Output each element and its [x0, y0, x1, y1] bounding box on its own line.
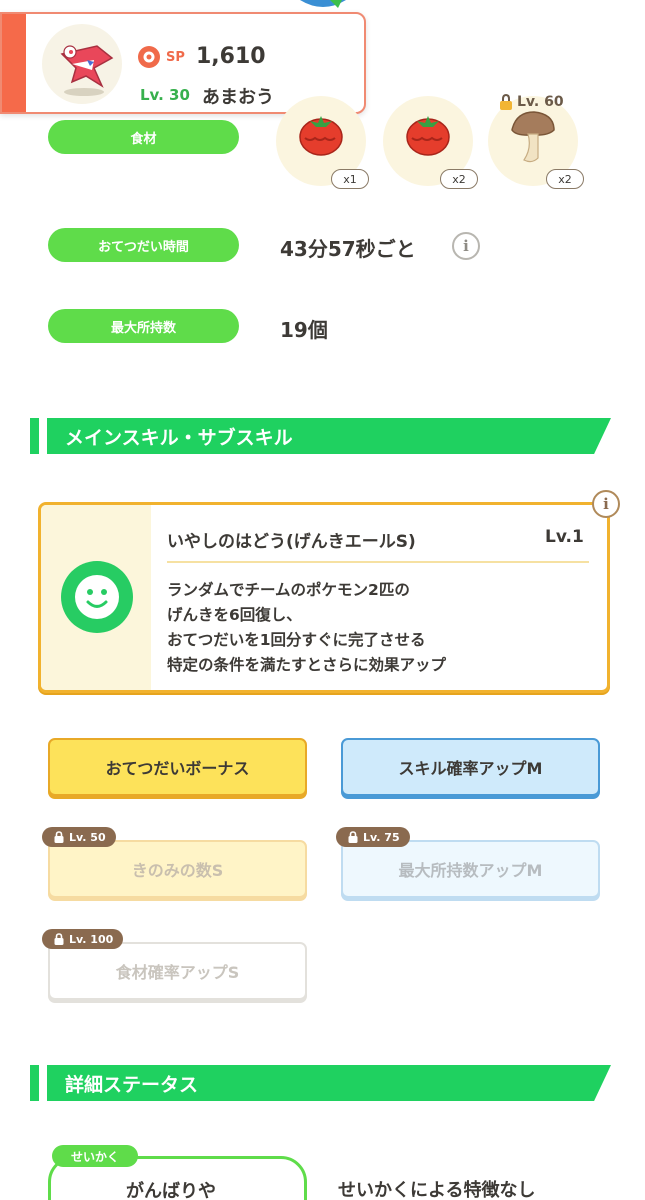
mushroom-icon: [511, 111, 555, 163]
help-time-label: おてつだい時間: [48, 228, 239, 262]
sub-skill-button-3[interactable]: きのみの数S: [48, 840, 307, 898]
nature-effect: せいかくによる特徴なし: [338, 1180, 536, 1200]
lock-icon: [500, 94, 512, 110]
section-banner-tab: [30, 418, 39, 454]
sub-skill-lock-level: Lv. 50: [69, 830, 106, 844]
energy-smile-icon: [61, 561, 133, 633]
sub-skill-lock-level: Lv. 100: [69, 932, 114, 946]
sub-skill-button-2[interactable]: スキル確率アップM: [341, 738, 600, 796]
skills-section-title: メインスキル・サブスキル: [47, 418, 611, 454]
main-skill-card[interactable]: いやしのはどう(げんきエールS) Lv.1 ランダムでチームのポケモン2匹の げ…: [38, 502, 610, 693]
lock-icon: [348, 831, 358, 843]
tomato-icon: [299, 116, 343, 156]
lock-icon: [54, 933, 64, 945]
pokemon-level: Lv. 30: [140, 86, 190, 104]
skill-description-line: 特定の条件を満たすとさらに効果アップ: [167, 656, 447, 674]
nature-name: がんばりや: [126, 1181, 216, 1200]
lock-icon: [54, 831, 64, 843]
sub-skill-button-5[interactable]: 食材確率アップS: [48, 942, 307, 1000]
ingredient-qty-2: x2: [440, 169, 478, 189]
sub-skill-lock-level: Lv. 75: [363, 830, 400, 844]
help-time-info-icon[interactable]: i: [452, 232, 480, 260]
tomato-icon: [406, 116, 450, 156]
section-banner-tab: [30, 1065, 39, 1101]
help-time-value: 43分57秒ごと: [280, 237, 416, 261]
berry-icon: [300, 0, 346, 8]
sub-skill-button-1[interactable]: おてつだいボーナス: [48, 738, 307, 796]
max-carry-label: 最大所持数: [48, 309, 239, 343]
sp-orb-icon: [138, 46, 160, 68]
latias-sprite-icon: [60, 45, 114, 96]
sub-skill-lock-tag-5: Lv. 100: [42, 929, 124, 949]
skill-description-line: げんきを6回復し、: [167, 606, 302, 624]
ingredient-qty-3: x2: [546, 169, 584, 189]
pokemon-avatar: [42, 24, 122, 104]
sp-label: SP: [166, 50, 185, 65]
sub-skill-lock-tag-3: Lv. 50: [42, 827, 116, 847]
ingredient-lock-level-text: Lv. 60: [517, 94, 564, 110]
sub-skill-button-4[interactable]: 最大所持数アップM: [341, 840, 600, 898]
pokemon-name: あまおう: [202, 87, 274, 108]
ingredients-label: 食材: [48, 120, 239, 154]
ingredient-lock-level: Lv. 60: [499, 94, 564, 110]
skill-divider: [167, 561, 589, 563]
card-accent-bar: [2, 14, 26, 112]
ingredient-qty-1: x1: [331, 169, 369, 189]
skill-description-line: ランダムでチームのポケモン2匹の: [167, 581, 410, 599]
sp-value: 1,610: [196, 44, 266, 69]
main-skill-name: いやしのはどう(げんきエールS): [167, 532, 416, 552]
main-skill-level: Lv.1: [545, 527, 584, 547]
main-skill-info-icon[interactable]: i: [592, 490, 620, 518]
sub-skill-lock-tag-4: Lv. 75: [336, 827, 410, 847]
details-section-title: 詳細ステータス: [47, 1065, 611, 1101]
nature-tag: せいかく: [52, 1145, 138, 1167]
max-carry-value: 19個: [280, 318, 328, 342]
skill-description-line: おてつだいを1回分すぐに完了させる: [167, 631, 426, 649]
